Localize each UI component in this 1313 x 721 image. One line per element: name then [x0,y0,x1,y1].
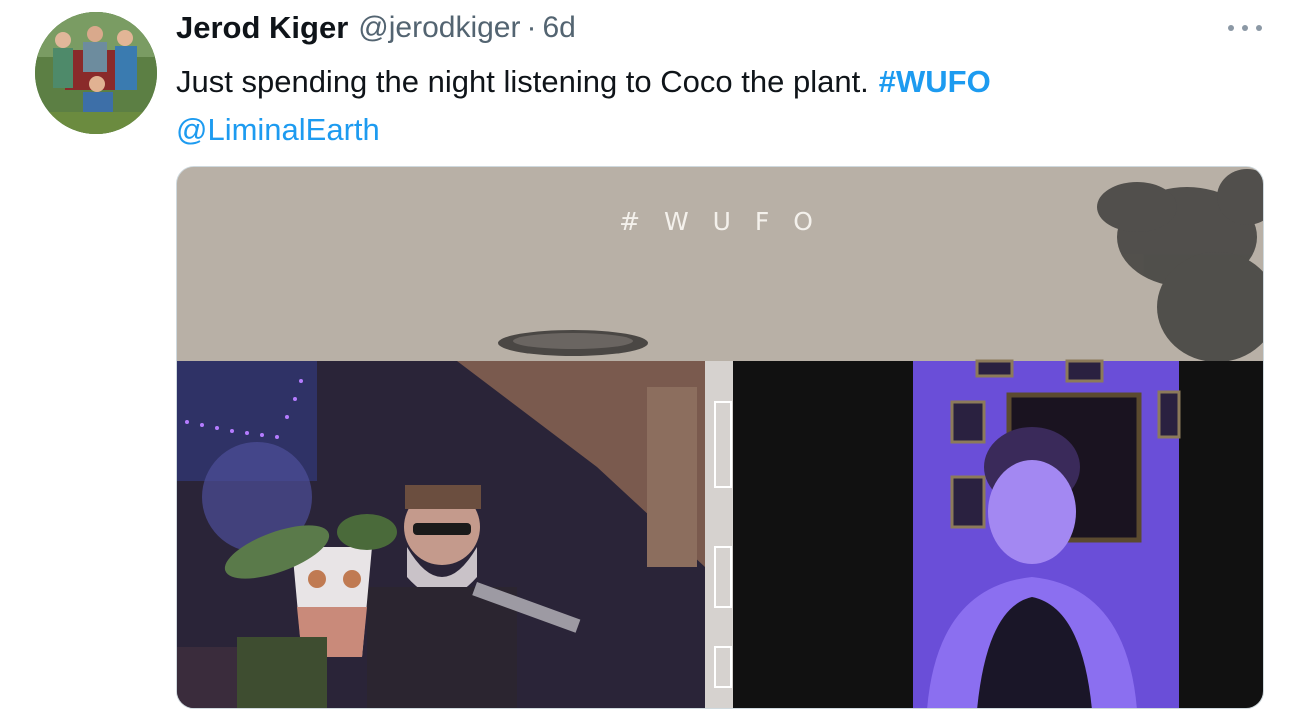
hashtag-link[interactable]: #WUFO [879,64,991,99]
tweet-text: Just spending the night listening to Coc… [176,58,991,154]
media-video-frame [177,167,1263,708]
more-dot [1242,25,1248,31]
tweet-text-line-1: Just spending the night listening to Coc… [176,58,991,106]
author-handle[interactable]: @jerodkiger [358,11,520,45]
more-options-icon[interactable] [1228,22,1262,34]
author-display-name[interactable]: Jerod Kiger [176,10,348,46]
media-overlay-hashtag: # W U F O [619,207,821,236]
tweet-body: Just spending the night listening to Coc… [176,64,869,99]
avatar[interactable] [35,12,157,134]
tweet: Jerod Kiger @jerodkiger · 6d Just spendi… [0,0,1313,721]
more-dot [1256,25,1262,31]
tweet-timestamp[interactable]: 6d [542,11,575,45]
avatar-photo [35,12,157,134]
more-dot [1228,25,1234,31]
header-separator: · [526,11,537,44]
tweet-media[interactable]: # W U F O [176,166,1264,709]
tweet-header: Jerod Kiger @jerodkiger · 6d [176,8,576,48]
tweet-text-line-2: @LiminalEarth [176,106,991,154]
mention-link[interactable]: @LiminalEarth [176,112,380,147]
